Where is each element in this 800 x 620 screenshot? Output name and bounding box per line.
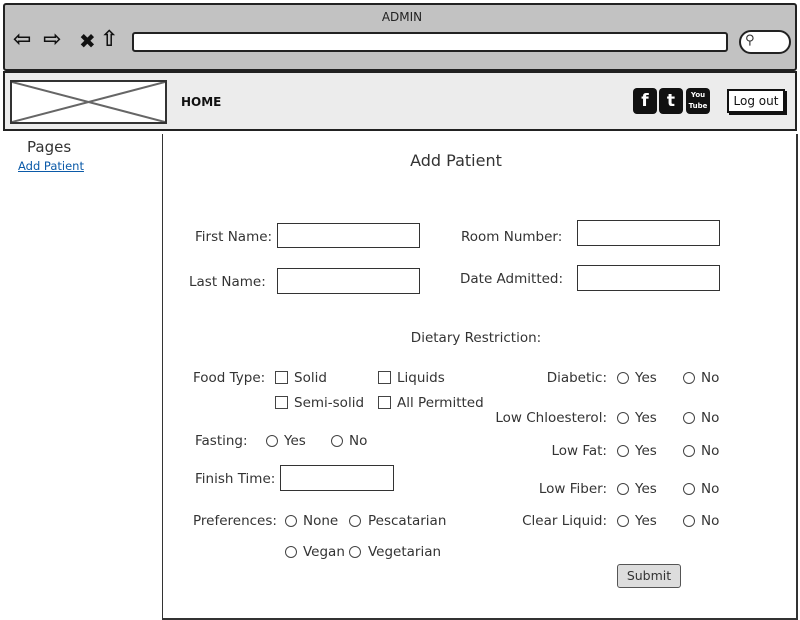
last-name-input[interactable] (277, 268, 420, 294)
room-number-input[interactable] (577, 220, 720, 246)
finish-time-label: Finish Time: (195, 471, 276, 487)
checkbox-liquids[interactable] (378, 371, 391, 384)
stop-icon[interactable]: ✖ (79, 29, 96, 53)
diabetic-yes-label: Yes (635, 370, 657, 386)
url-bar[interactable] (132, 32, 728, 52)
dietary-heading: Dietary Restriction: (410, 330, 542, 346)
option-solid: Solid (294, 370, 327, 386)
low-fat-no-label: No (701, 443, 720, 459)
search-icon: ⚲ (745, 33, 755, 48)
low-fiber-no-radio[interactable] (683, 483, 695, 495)
option-all-permitted: All Permitted (397, 395, 484, 411)
low-cholesterol-yes-label: Yes (635, 410, 657, 426)
last-name-label: Last Name: (189, 274, 266, 290)
logout-button[interactable]: Log out (727, 89, 785, 113)
nav-home[interactable]: HOME (181, 95, 221, 109)
pref-pescatarian-label: Pescatarian (368, 513, 447, 529)
date-admitted-label: Date Admitted: (460, 271, 564, 287)
low-fiber-label: Low Fiber: (538, 481, 607, 497)
low-fiber-no-label: No (701, 481, 720, 497)
sidebar-link-add-patient[interactable]: Add Patient (18, 159, 84, 173)
low-cholesterol-no-radio[interactable] (683, 412, 695, 424)
low-fat-yes-label: Yes (635, 443, 657, 459)
pref-pescatarian-radio[interactable] (349, 515, 361, 527)
nav-bar: HOME f t You Tube Log out (3, 71, 797, 131)
low-cholesterol-no-label: No (701, 410, 720, 426)
preferences-label: Preferences: (193, 513, 277, 529)
pref-vegan-radio[interactable] (285, 546, 297, 558)
low-fat-yes-radio[interactable] (617, 445, 629, 457)
date-admitted-input[interactable] (577, 265, 720, 291)
first-name-label: First Name: (195, 229, 273, 245)
pref-vegetarian-label: Vegetarian (368, 544, 442, 560)
option-liquids: Liquids (397, 370, 445, 386)
checkbox-solid[interactable] (275, 371, 288, 384)
pref-vegan-label: Vegan (303, 544, 345, 560)
sidebar-heading: Pages (27, 138, 72, 156)
diabetic-no-radio[interactable] (683, 372, 695, 384)
diabetic-no-label: No (701, 370, 720, 386)
pref-none-label: None (303, 513, 339, 529)
youtube-icon[interactable]: You Tube (686, 88, 710, 114)
clear-liquid-yes-label: Yes (635, 513, 657, 529)
facebook-icon[interactable]: f (633, 88, 657, 114)
finish-time-input[interactable] (280, 465, 394, 491)
twitter-icon[interactable]: t (659, 88, 683, 114)
fasting-no-label: No (349, 433, 368, 449)
search-button[interactable]: ⚲ (739, 30, 791, 54)
low-fiber-yes-label: Yes (635, 481, 657, 497)
window-title: ADMIN (381, 10, 423, 24)
fasting-label: Fasting: (195, 433, 248, 449)
submit-button[interactable]: Submit (617, 564, 681, 588)
food-type-label: Food Type: (193, 370, 266, 386)
low-fat-no-radio[interactable] (683, 445, 695, 457)
fasting-yes-radio[interactable] (266, 435, 278, 447)
logo-placeholder (10, 80, 167, 124)
pref-none-radio[interactable] (285, 515, 297, 527)
checkbox-all-permitted[interactable] (378, 396, 391, 409)
low-fiber-yes-radio[interactable] (617, 483, 629, 495)
clear-liquid-label: Clear Liquid: (522, 513, 607, 529)
clear-liquid-no-label: No (701, 513, 720, 529)
first-name-input[interactable] (277, 223, 420, 248)
sidebar: Pages Add Patient (0, 134, 163, 620)
room-number-label: Room Number: (461, 229, 563, 245)
option-semi-solid: Semi-solid (294, 395, 365, 411)
low-cholesterol-label: Low Chloesterol: (495, 410, 607, 426)
checkbox-semi-solid[interactable] (275, 396, 288, 409)
fasting-no-radio[interactable] (331, 435, 343, 447)
low-cholesterol-yes-radio[interactable] (617, 412, 629, 424)
low-fat-label: Low Fat: (551, 443, 607, 459)
pref-vegetarian-radio[interactable] (349, 546, 361, 558)
diabetic-label: Diabetic: (546, 370, 607, 386)
browser-frame: ADMIN ⇦ ⇨ ✖ ⇧ ⚲ (3, 3, 797, 71)
clear-liquid-no-radio[interactable] (683, 515, 695, 527)
fasting-yes-label: Yes (284, 433, 306, 449)
page-title: Add Patient (410, 151, 502, 170)
forward-icon[interactable]: ⇨ (43, 27, 61, 52)
clear-liquid-yes-radio[interactable] (617, 515, 629, 527)
home-icon[interactable]: ⇧ (100, 27, 118, 52)
back-icon[interactable]: ⇦ (13, 27, 31, 52)
diabetic-yes-radio[interactable] (617, 372, 629, 384)
